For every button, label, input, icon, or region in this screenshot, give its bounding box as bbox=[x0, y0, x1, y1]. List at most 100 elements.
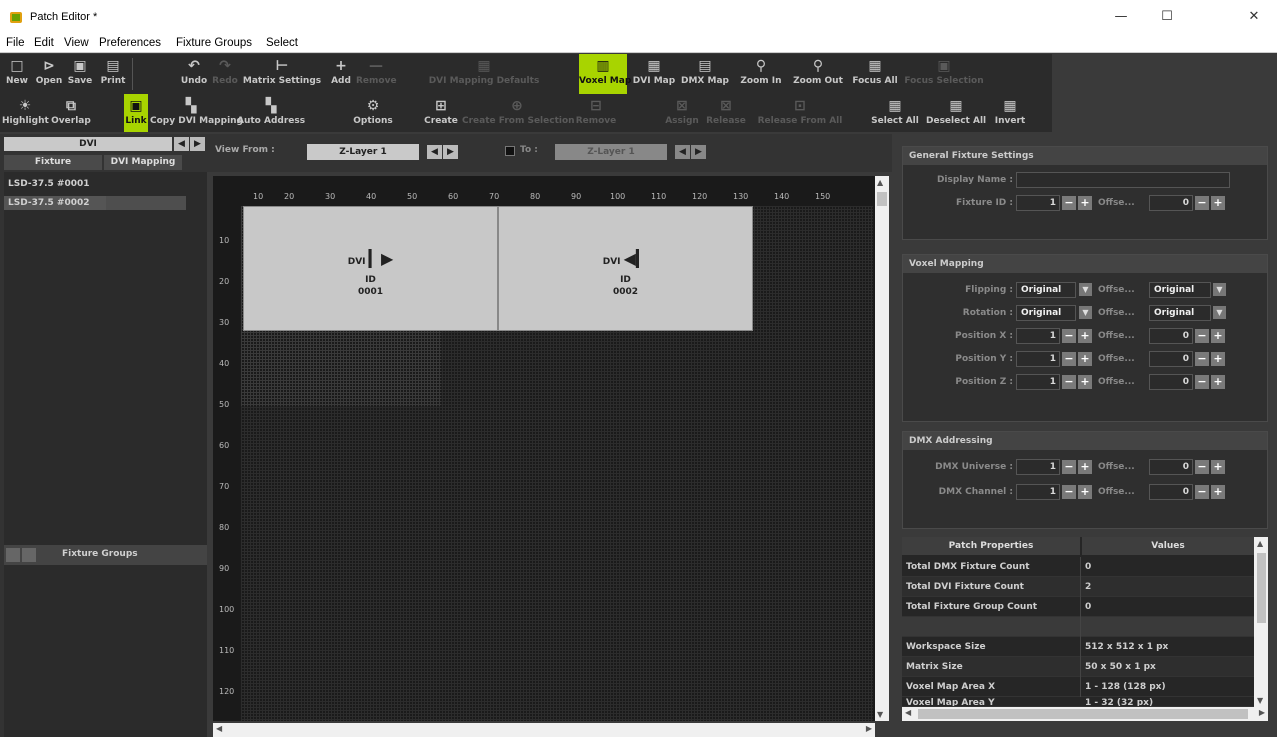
minus-icon[interactable]: − bbox=[1062, 485, 1076, 499]
dmx-channel-offset-input[interactable]: 0 bbox=[1149, 484, 1193, 500]
release-button[interactable]: ⊠ Release bbox=[704, 94, 748, 132]
menu-file[interactable]: File bbox=[6, 37, 25, 49]
dmx-map-button[interactable]: ▤ DMX Map bbox=[680, 54, 730, 94]
position-y-input[interactable]: 1 bbox=[1016, 351, 1060, 367]
chevron-down-icon[interactable]: ▼ bbox=[1079, 283, 1092, 296]
plus-icon[interactable]: + bbox=[1211, 485, 1225, 499]
table-row[interactable]: Total Fixture Group Count 0 bbox=[902, 597, 1254, 617]
view-to-select[interactable]: Z-Layer 1 bbox=[555, 144, 667, 160]
overlap-button[interactable]: ⧉ Overlap bbox=[50, 94, 92, 132]
menu-fixture-groups[interactable]: Fixture Groups bbox=[176, 37, 252, 49]
zoom-out-button[interactable]: ⚲ Zoom Out bbox=[789, 54, 847, 94]
display-name-input[interactable] bbox=[1016, 172, 1230, 188]
fixture-row[interactable]: LSD-37.5 #0002 bbox=[4, 196, 186, 210]
create-from-selection-button[interactable]: ⊕ Create From Selection bbox=[462, 94, 575, 132]
rotation-select[interactable]: Original bbox=[1016, 305, 1076, 321]
minus-icon[interactable]: − bbox=[1195, 329, 1209, 343]
plus-icon[interactable]: + bbox=[1078, 375, 1092, 389]
save-button[interactable]: ▣ Save bbox=[65, 54, 95, 94]
mode-prev-arrow-icon[interactable]: ◀ bbox=[174, 137, 189, 151]
table-vertical-scrollbar[interactable]: ▲ ▼ bbox=[1254, 537, 1268, 707]
plus-icon[interactable]: + bbox=[1078, 485, 1092, 499]
fixture-cell[interactable]: DVI ▎▶ ID 0001 bbox=[243, 206, 498, 331]
minus-icon[interactable]: − bbox=[1195, 196, 1209, 210]
position-x-input[interactable]: 1 bbox=[1016, 328, 1060, 344]
to-checkbox[interactable] bbox=[505, 146, 515, 156]
scroll-left-icon[interactable]: ◀ bbox=[905, 708, 911, 717]
plus-icon[interactable]: + bbox=[1211, 196, 1225, 210]
scroll-thumb[interactable] bbox=[918, 709, 1248, 719]
voxel-map-button[interactable]: ▥ Voxel Map bbox=[579, 54, 631, 94]
menu-preferences[interactable]: Preferences bbox=[99, 37, 161, 49]
minus-icon[interactable]: − bbox=[1062, 352, 1076, 366]
column-header-fixture[interactable]: Fixture bbox=[4, 155, 102, 170]
table-row[interactable]: Total DVI Fixture Count 2 bbox=[902, 577, 1254, 597]
minus-icon[interactable]: − bbox=[1195, 352, 1209, 366]
assign-button[interactable]: ⊠ Assign bbox=[662, 94, 702, 132]
fixture-cell[interactable]: DVI ◀▎ ID 0002 bbox=[498, 206, 753, 331]
scroll-thumb[interactable] bbox=[1257, 553, 1266, 623]
position-y-offset-input[interactable]: 0 bbox=[1149, 351, 1193, 367]
table-row[interactable]: Workspace Size 512 x 512 x 1 px bbox=[902, 637, 1254, 657]
release-from-all-button[interactable]: ⊡ Release From All bbox=[754, 94, 846, 132]
close-button[interactable]: ✕ bbox=[1231, 0, 1277, 34]
copy-dvi-mapping-button[interactable]: ▚ Copy DVI Mapping bbox=[150, 94, 243, 132]
scroll-left-icon[interactable]: ◀ bbox=[216, 724, 222, 733]
position-z-offset-input[interactable]: 0 bbox=[1149, 374, 1193, 390]
select-all-button[interactable]: ▦ Select All bbox=[869, 94, 921, 132]
minus-icon[interactable]: − bbox=[1195, 485, 1209, 499]
view-from-prev-icon[interactable]: ◀ bbox=[427, 145, 442, 159]
minus-icon[interactable]: − bbox=[1062, 460, 1076, 474]
undo-button[interactable]: ↶ Undo bbox=[178, 54, 210, 94]
focus-selection-button[interactable]: ▣ Focus Selection bbox=[904, 54, 984, 94]
minus-icon[interactable]: − bbox=[1062, 329, 1076, 343]
view-to-prev-icon[interactable]: ◀ bbox=[675, 145, 690, 159]
matrix-settings-button[interactable]: ⊢ Matrix Settings bbox=[241, 54, 323, 94]
minus-icon[interactable]: − bbox=[1195, 460, 1209, 474]
fixture-row[interactable]: LSD-37.5 #0001 bbox=[4, 177, 186, 191]
table-row[interactable]: Matrix Size 50 x 50 x 1 px bbox=[902, 657, 1254, 677]
mode-selector[interactable]: DVI bbox=[4, 137, 172, 151]
plus-icon[interactable]: + bbox=[1078, 460, 1092, 474]
view-from-next-icon[interactable]: ▶ bbox=[443, 145, 458, 159]
new-button[interactable]: □ New bbox=[2, 54, 32, 94]
minus-icon[interactable]: − bbox=[1195, 375, 1209, 389]
plus-icon[interactable]: + bbox=[1078, 196, 1092, 210]
open-button[interactable]: ⊳ Open bbox=[33, 54, 65, 94]
deselect-all-button[interactable]: ▦ Deselect All bbox=[926, 94, 986, 132]
options-button[interactable]: ⚙ Options bbox=[352, 94, 394, 132]
voxel-canvas[interactable]: 10 20 30 40 50 60 70 80 90 100 110 120 1… bbox=[213, 176, 875, 721]
column-header-dvi-mapping[interactable]: DVI Mapping bbox=[104, 155, 182, 170]
table-row[interactable] bbox=[902, 617, 1254, 637]
dmx-channel-input[interactable]: 1 bbox=[1016, 484, 1060, 500]
plus-icon[interactable]: + bbox=[1211, 329, 1225, 343]
chevron-down-icon[interactable]: ▼ bbox=[1213, 306, 1226, 319]
plus-icon[interactable]: + bbox=[1211, 460, 1225, 474]
view-from-select[interactable]: Z-Layer 1 bbox=[307, 144, 419, 160]
fixture-id-input[interactable]: 1 bbox=[1016, 195, 1060, 211]
chevron-down-icon[interactable]: ▼ bbox=[1079, 306, 1092, 319]
canvas-vertical-scrollbar[interactable]: ▲ ▼ bbox=[875, 176, 889, 721]
column-header-patch-properties[interactable]: Patch Properties bbox=[902, 537, 1080, 555]
invert-button[interactable]: ▦ Invert bbox=[990, 94, 1030, 132]
dvi-map-button[interactable]: ▦ DVI Map bbox=[630, 54, 678, 94]
plus-icon[interactable]: + bbox=[1078, 329, 1092, 343]
fixture-id-offset-input[interactable]: 0 bbox=[1149, 195, 1193, 211]
link-button[interactable]: ▣ Link bbox=[124, 94, 148, 132]
minus-icon[interactable]: − bbox=[1062, 375, 1076, 389]
scroll-right-icon[interactable]: ▶ bbox=[866, 724, 872, 733]
scroll-thumb[interactable] bbox=[877, 192, 887, 206]
column-header-values[interactable]: Values bbox=[1082, 537, 1254, 555]
menu-view[interactable]: View bbox=[64, 37, 89, 49]
mode-next-arrow-icon[interactable]: ▶ bbox=[190, 137, 205, 151]
plus-icon[interactable]: + bbox=[1211, 352, 1225, 366]
highlight-button[interactable]: ☀ Highlight bbox=[2, 94, 49, 132]
add-button[interactable]: + Add bbox=[328, 54, 354, 94]
scroll-up-icon[interactable]: ▲ bbox=[877, 178, 883, 187]
table-row[interactable]: Total DMX Fixture Count 0 bbox=[902, 557, 1254, 577]
minus-icon[interactable]: − bbox=[1062, 196, 1076, 210]
print-button[interactable]: ▤ Print bbox=[98, 54, 128, 94]
table-horizontal-scrollbar[interactable]: ◀ ▶ bbox=[902, 707, 1268, 721]
zoom-in-button[interactable]: ⚲ Zoom In bbox=[736, 54, 786, 94]
dmx-universe-input[interactable]: 1 bbox=[1016, 459, 1060, 475]
